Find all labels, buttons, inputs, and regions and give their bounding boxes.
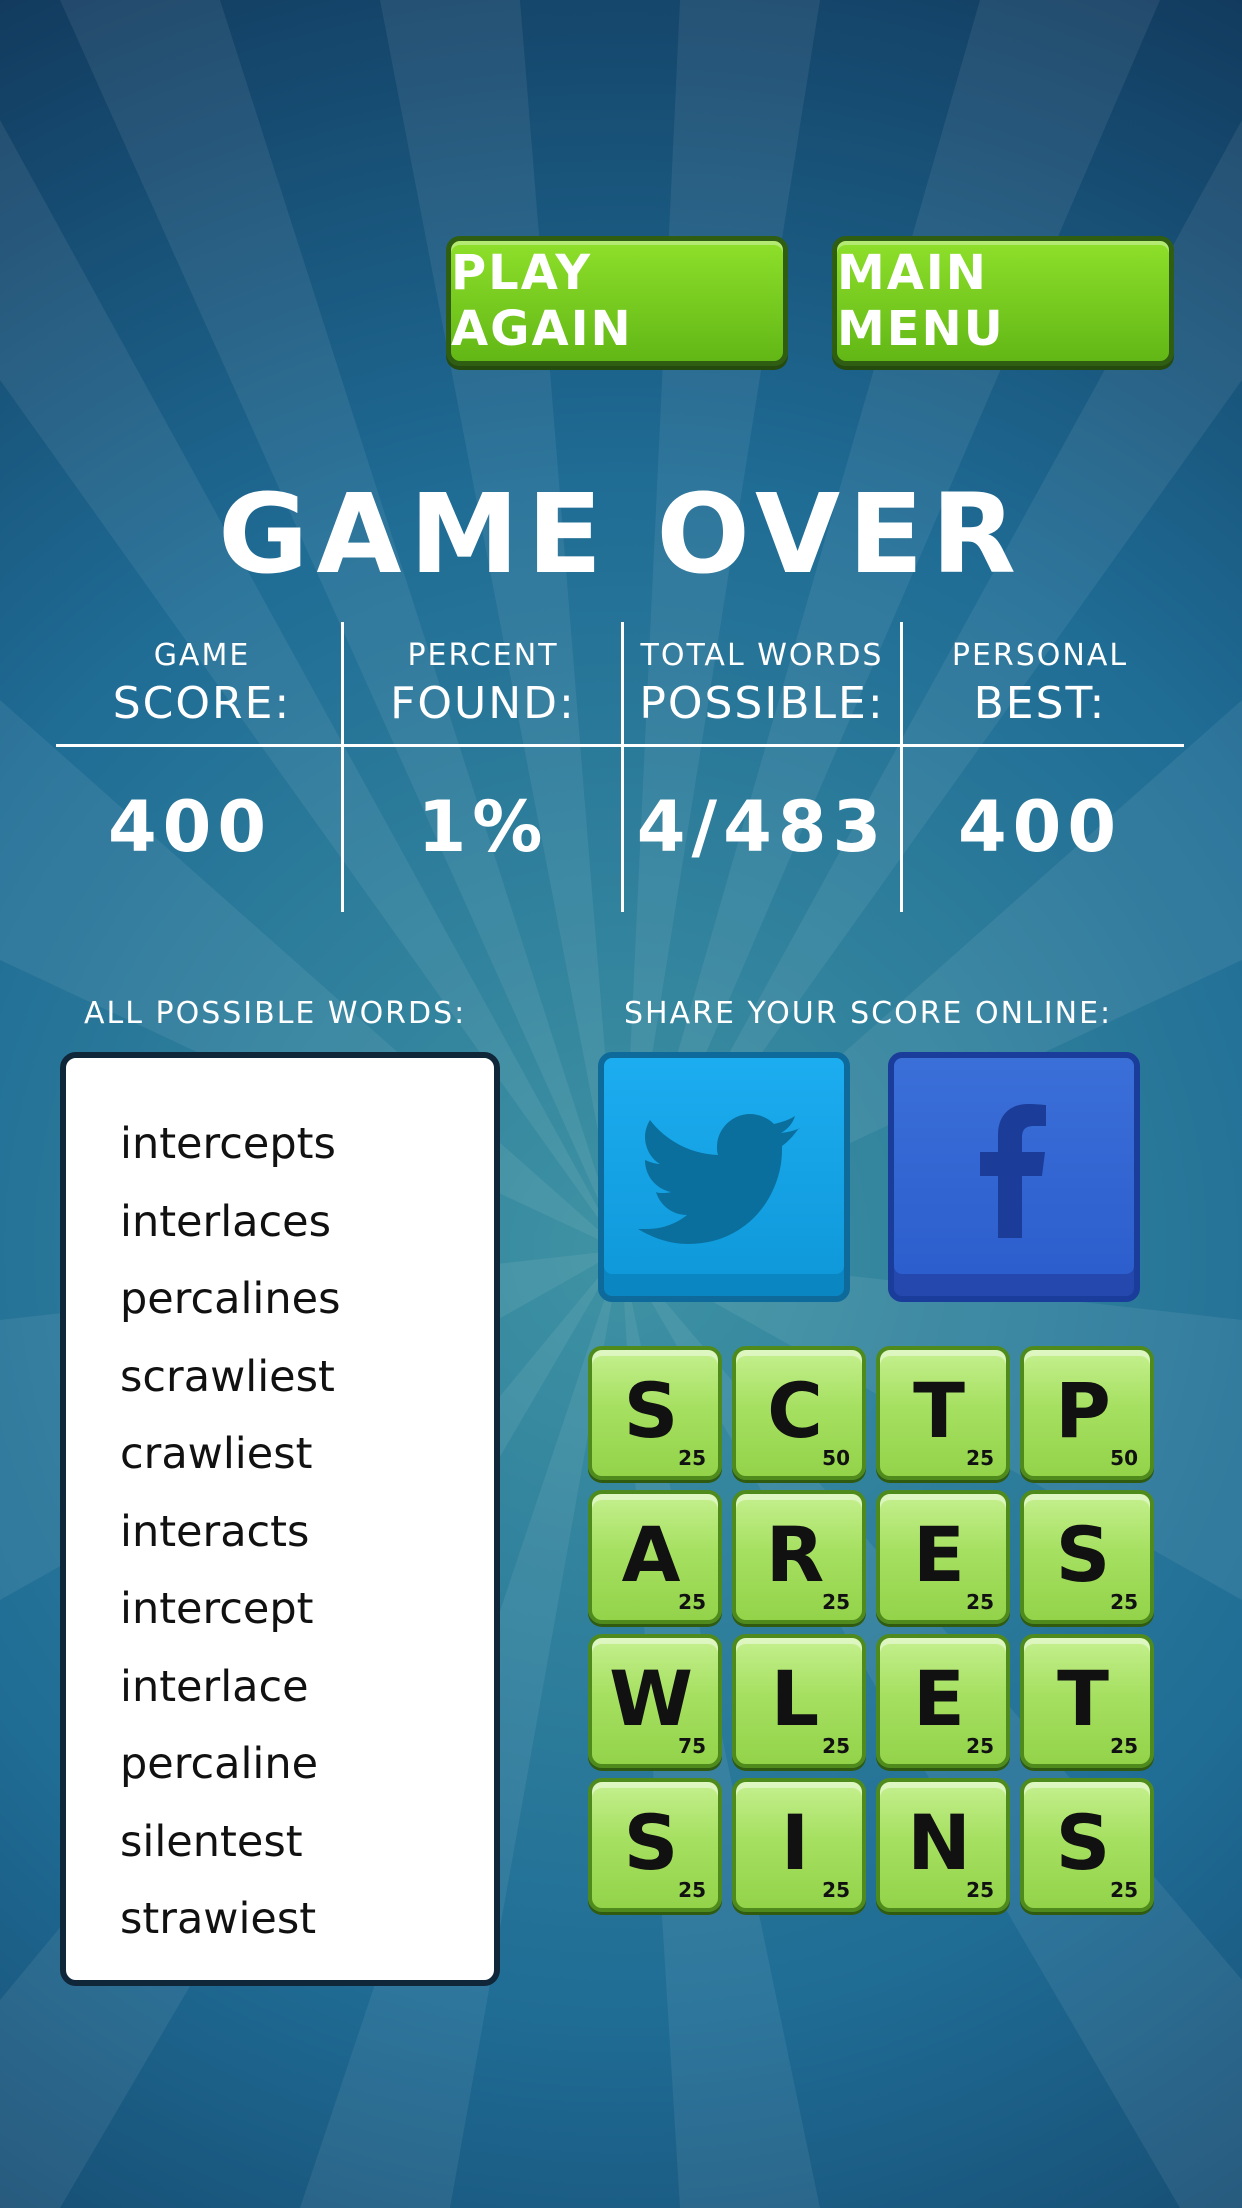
tile-letter: S (623, 1798, 679, 1887)
tile-letter: I (780, 1798, 810, 1887)
tile-points: 25 (1110, 1590, 1138, 1614)
tile-points: 50 (822, 1446, 850, 1470)
letter-tile[interactable]: S 25 (588, 1778, 722, 1912)
letter-tile[interactable]: T 25 (876, 1346, 1010, 1480)
tile-points: 25 (966, 1590, 994, 1614)
letter-tile[interactable]: I 25 (732, 1778, 866, 1912)
stat-game-score-value: 400 (107, 786, 273, 868)
letter-tile[interactable]: P 50 (1020, 1346, 1154, 1480)
letter-tile[interactable]: R 25 (732, 1490, 866, 1624)
letter-tile[interactable]: A 25 (588, 1490, 722, 1624)
tile-points: 25 (822, 1590, 850, 1614)
tile-letter: W (609, 1654, 693, 1743)
stat-percent-found-value: 1% (417, 786, 549, 868)
letter-tile[interactable]: T 25 (1020, 1634, 1154, 1768)
list-item: strawiest (120, 1894, 317, 1944)
list-item: scrawliest (120, 1351, 335, 1402)
tile-points: 25 (966, 1878, 994, 1902)
tile-letter: T (1057, 1654, 1109, 1743)
letter-tile[interactable]: C 50 (732, 1346, 866, 1480)
tile-points: 75 (678, 1734, 706, 1758)
tile-letter: E (913, 1510, 965, 1599)
tile-points: 50 (1110, 1446, 1138, 1470)
main-menu-button[interactable]: MAIN MENU (832, 236, 1174, 366)
tile-letter: E (913, 1654, 965, 1743)
list-item: interacts (120, 1506, 310, 1557)
tile-letter: S (1055, 1510, 1111, 1599)
stats-divider-vertical (341, 622, 344, 912)
stat-label-top: TOTAL WORDS (640, 638, 884, 673)
list-item: crawliest (120, 1429, 313, 1479)
list-item: interlace (120, 1661, 309, 1712)
stat-total-words-label: TOTAL WORDS POSSIBLE: (622, 636, 902, 732)
list-item: intercept (120, 1584, 314, 1634)
stat-game-score-label: GAME SCORE: (62, 636, 342, 732)
tile-points: 25 (966, 1446, 994, 1470)
word-list[interactable]: intercepts interlaces percalines scrawli… (60, 1052, 500, 1986)
tile-letter: C (767, 1366, 823, 1455)
twitter-share-button[interactable] (598, 1052, 850, 1302)
tile-letter: L (770, 1654, 820, 1743)
tile-points: 25 (678, 1878, 706, 1902)
tile-points: 25 (678, 1446, 706, 1470)
list-item: intercepts (120, 1119, 336, 1169)
letter-tile[interactable]: S 25 (1020, 1490, 1154, 1624)
tile-letter: R (765, 1510, 825, 1599)
letter-tile[interactable]: E 25 (876, 1634, 1010, 1768)
stat-total-words-value: 4/483 (636, 786, 888, 868)
tile-points: 25 (822, 1878, 850, 1902)
play-again-button[interactable]: PLAY AGAIN (446, 236, 788, 366)
list-item: interlaces (120, 1196, 331, 1247)
tile-letter: T (913, 1366, 965, 1455)
tile-letter: P (1055, 1366, 1111, 1455)
stats-divider-vertical (621, 622, 624, 912)
facebook-share-button[interactable] (888, 1052, 1140, 1302)
tile-points: 25 (678, 1590, 706, 1614)
stat-personal-best-label: PERSONAL BEST: (900, 636, 1180, 732)
tile-points: 25 (1110, 1734, 1138, 1758)
list-item: silentest (120, 1816, 303, 1867)
stat-label-top: PERSONAL (951, 638, 1129, 673)
list-item: percalines (120, 1274, 341, 1324)
letter-tile[interactable]: L 25 (732, 1634, 866, 1768)
twitter-bird-icon (638, 1114, 800, 1244)
letter-tile[interactable]: S 25 (588, 1346, 722, 1480)
stat-label-top: GAME (153, 638, 251, 673)
tile-points: 25 (966, 1734, 994, 1758)
stats-divider-horizontal (56, 744, 1184, 747)
stat-percent-found-label: PERCENT FOUND: (343, 636, 623, 732)
tile-letter: S (623, 1366, 679, 1455)
stats-divider-vertical (900, 622, 903, 912)
tile-points: 25 (1110, 1878, 1138, 1902)
tile-points: 25 (822, 1734, 850, 1758)
stat-label-top: PERCENT (407, 638, 559, 673)
list-item: percaline (120, 1739, 319, 1789)
letter-tile[interactable]: W 75 (588, 1634, 722, 1768)
stat-personal-best-value: 400 (957, 786, 1123, 868)
share-label: SHARE YOUR SCORE ONLINE: (624, 996, 1113, 1031)
tile-letter: N (907, 1798, 971, 1887)
facebook-f-icon (980, 1104, 1046, 1238)
tile-letter: S (1055, 1798, 1111, 1887)
stat-label-bottom: FOUND: (390, 678, 576, 729)
page-title: GAME OVER (218, 470, 1024, 598)
letter-tile[interactable]: N 25 (876, 1778, 1010, 1912)
letter-tile[interactable]: S 25 (1020, 1778, 1154, 1912)
stat-label-bottom: BEST: (973, 678, 1107, 729)
all-words-label: ALL POSSIBLE WORDS: (84, 996, 467, 1031)
letter-tile[interactable]: E 25 (876, 1490, 1010, 1624)
stat-label-bottom: SCORE: (112, 678, 292, 729)
tile-letter: A (621, 1510, 681, 1599)
stat-label-bottom: POSSIBLE: (639, 678, 885, 729)
